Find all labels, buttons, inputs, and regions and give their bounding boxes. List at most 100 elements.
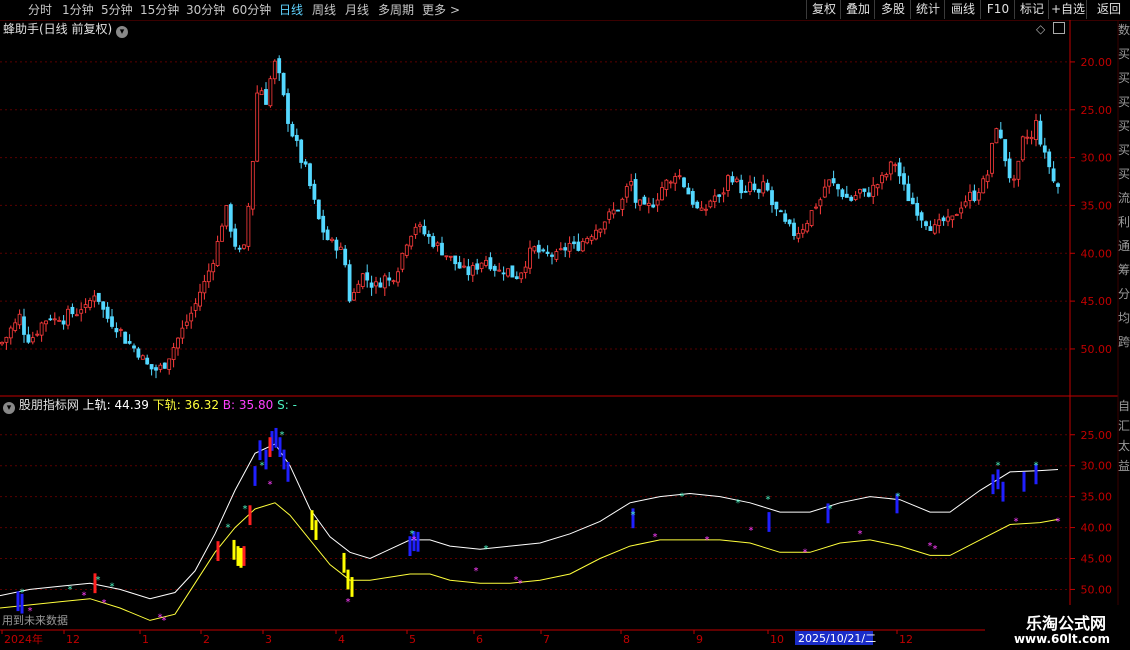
side-label[interactable]: 筹 <box>1118 262 1130 286</box>
side-label[interactable]: 分 <box>1118 286 1130 310</box>
candle-body <box>514 276 519 280</box>
candle-body <box>440 242 444 256</box>
candle-body <box>607 211 612 220</box>
candle-body <box>334 239 339 251</box>
candle-body <box>347 264 352 302</box>
side-label[interactable]: 通 <box>1118 238 1130 262</box>
candle-body <box>176 337 180 349</box>
indicator-name: 股朋指标网 <box>18 398 79 412</box>
indicator-y-tick-label: 45.00 <box>1081 553 1113 566</box>
side-label[interactable]: 买 <box>1118 94 1130 118</box>
candle-body <box>831 178 836 184</box>
diamond-icon[interactable]: ◇ <box>1036 22 1045 36</box>
candle-body <box>611 209 616 215</box>
candle-body <box>871 184 876 197</box>
candle-body <box>413 226 418 235</box>
window-toggle-icon[interactable] <box>1053 22 1066 34</box>
side-label[interactable]: 益 <box>1118 458 1130 478</box>
side-label[interactable]: 利 <box>1118 214 1130 238</box>
x-tick-label: 5 <box>409 633 416 646</box>
candle-body <box>202 280 207 294</box>
candle-body <box>875 184 880 189</box>
cyan-star-marker: * <box>260 461 265 472</box>
cyan-star-marker: * <box>896 492 901 503</box>
candle-body <box>308 163 312 187</box>
candle-body <box>154 367 158 371</box>
magenta-star-marker: * <box>653 532 658 543</box>
candle-body <box>497 269 502 272</box>
side-label[interactable]: 数 <box>1118 22 1130 46</box>
candle-body <box>550 254 554 257</box>
indicator-bar <box>258 440 262 461</box>
candle-body <box>589 236 594 241</box>
main-panel-title: 蜂助手(日线 前复权) ▾ <box>3 22 129 38</box>
candle-body <box>1016 160 1021 180</box>
indicator-bar <box>216 541 220 561</box>
candle-body <box>998 129 1003 139</box>
side-label[interactable]: 买 <box>1118 166 1130 190</box>
candle-body <box>862 188 867 192</box>
upper-band-line <box>0 443 1059 600</box>
magenta-star-marker: * <box>102 598 107 609</box>
candle-body <box>1007 158 1012 179</box>
candle-body <box>136 348 141 358</box>
candle-body <box>976 192 981 201</box>
side-label[interactable]: 买 <box>1118 142 1130 166</box>
candle-body <box>1029 136 1034 140</box>
side-label[interactable]: 买 <box>1118 118 1130 142</box>
indicator-y-tick-label: 50.00 <box>1081 583 1113 596</box>
candle-body <box>8 327 13 339</box>
side-label[interactable]: 流 <box>1118 190 1130 214</box>
candle-body <box>897 162 902 177</box>
candle-body <box>61 320 66 325</box>
candle-body <box>655 199 660 206</box>
candle-body <box>1003 139 1008 162</box>
candle-body <box>92 295 97 302</box>
candle-body <box>325 229 330 241</box>
candle-body <box>492 265 497 271</box>
candle-body <box>242 244 246 249</box>
candle-body <box>475 263 480 270</box>
candle-body <box>17 313 22 326</box>
side-label[interactable]: 太 <box>1118 438 1130 458</box>
side-label[interactable]: 跨 <box>1118 334 1130 358</box>
side-label[interactable]: 自 <box>1118 398 1130 418</box>
candle-body <box>950 215 955 221</box>
candle-body <box>756 189 761 193</box>
candle-body <box>805 223 810 232</box>
candle-body <box>338 246 343 250</box>
indicator-bar <box>239 547 243 568</box>
indicator-bar <box>236 546 240 566</box>
cyan-star-marker: * <box>736 498 741 509</box>
indicator-side-labels: 自汇太益 <box>1118 398 1130 478</box>
indicator-y-tick-label: 35.00 <box>1081 491 1113 504</box>
candle-body <box>888 161 893 175</box>
candle-body <box>924 221 928 227</box>
candle-body <box>880 174 884 184</box>
candle-body <box>118 329 123 331</box>
b-value: 35.80 <box>238 398 274 412</box>
indicator-bar <box>314 520 318 540</box>
candle-body <box>316 199 321 220</box>
side-label[interactable]: 均 <box>1118 310 1130 334</box>
candle-body <box>884 174 889 178</box>
chevron-down-icon[interactable]: ▾ <box>3 402 15 414</box>
candle-body <box>906 183 911 202</box>
cyan-star-marker: * <box>280 430 285 441</box>
candle-body <box>294 134 299 141</box>
side-label[interactable]: 买 <box>1118 46 1130 70</box>
candle-body <box>1056 183 1060 187</box>
candle-body <box>189 312 194 322</box>
indicator-bar <box>232 539 236 560</box>
x-tick-label: 3 <box>265 633 272 646</box>
kline-chart: 50.00 45.00 40.00 35.00 30.00 25.00 20.00 50.00… <box>0 20 1119 650</box>
candle-body <box>303 161 308 165</box>
indicator-bar <box>264 449 268 470</box>
side-label[interactable]: 汇 <box>1118 418 1130 438</box>
indicator-bar <box>248 505 252 526</box>
candle-body <box>250 161 255 210</box>
side-label[interactable]: 买 <box>1118 70 1130 94</box>
candle-body <box>52 318 57 321</box>
candle-body <box>902 173 906 185</box>
chevron-down-icon[interactable]: ▾ <box>116 26 129 38</box>
